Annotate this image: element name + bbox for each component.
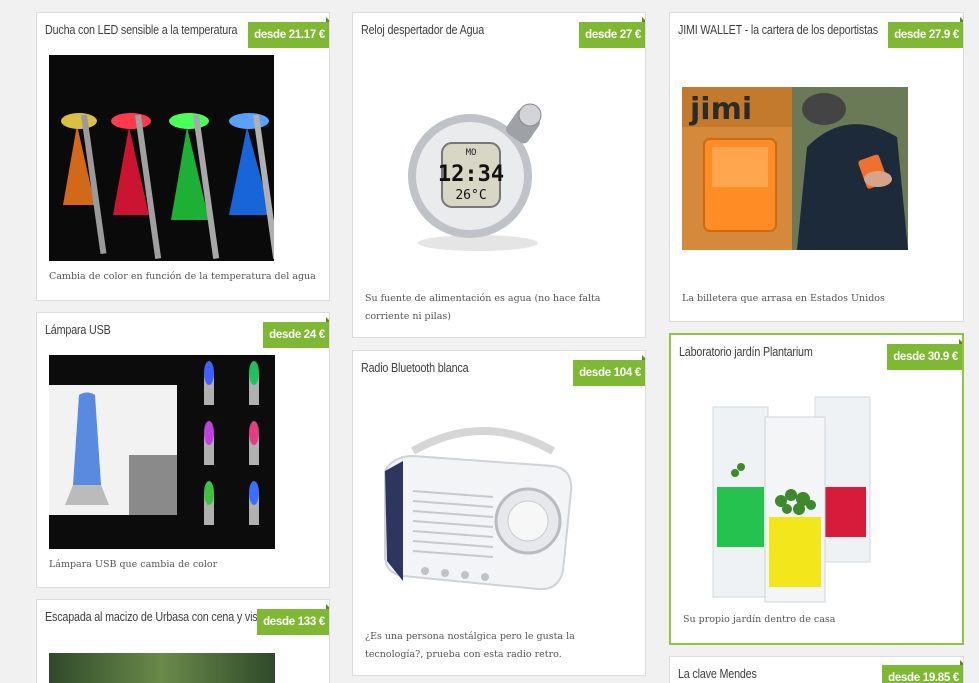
clock-day: MO	[466, 148, 477, 158]
product-image-bluetooth-radio[interactable]	[373, 411, 583, 601]
price-badge[interactable]: desde 19.85 €	[882, 660, 963, 683]
product-description: Su fuente de alimentación es agua (no ha…	[365, 293, 601, 322]
price-badge[interactable]: desde 27.9 €	[888, 17, 963, 48]
product-card[interactable]: Ducha con LED sensible a la temperatura …	[36, 12, 330, 301]
product-card[interactable]: Lámpara USB desde 24 € Lámpara USB que c…	[36, 312, 330, 588]
product-card[interactable]: La clave Mendes desde 19.85 €	[669, 656, 964, 683]
price-badge[interactable]: desde 104 €	[573, 355, 645, 386]
product-description: Su propio jardín dentro de casa	[683, 614, 836, 625]
product-description: ¿Es una persona nostálgica pero le gusta…	[365, 631, 575, 660]
product-card[interactable]: Radio Bluetooth blanca desde 104 € ¿Es u…	[352, 350, 646, 676]
product-card[interactable]: Escapada al macizo de Urbasa con cena y …	[36, 599, 330, 683]
jimi-logo: jimi	[689, 92, 752, 127]
product-card[interactable]: Reloj despertador de Agua desde 27 € MO …	[352, 12, 646, 338]
product-image-led-shower[interactable]	[49, 55, 274, 261]
product-image-water-clock[interactable]: MO 12:34 26°C	[398, 91, 558, 261]
product-description: Lámpara USB que cambia de color	[49, 559, 218, 570]
price-badge[interactable]: desde 27 €	[579, 17, 645, 48]
product-image-plantarium[interactable]	[695, 377, 895, 607]
clock-temp: 26°C	[455, 188, 486, 203]
product-image-urbasa[interactable]	[49, 653, 275, 683]
product-description: Cambia de color en función de la tempera…	[49, 271, 316, 282]
price-badge[interactable]: desde 21.17 €	[248, 17, 329, 48]
product-image-usb-lamp[interactable]	[49, 355, 275, 549]
product-card[interactable]: JIMI WALLET - la cartera de los deportis…	[669, 12, 964, 322]
product-description: La billetera que arrasa en Estados Unido…	[682, 293, 885, 304]
price-badge[interactable]: desde 133 €	[257, 604, 329, 635]
price-badge[interactable]: desde 30.9 €	[887, 339, 962, 370]
clock-time: 12:34	[438, 162, 504, 187]
product-card[interactable]: Laboratorio jardín Plantarium desde 30.9…	[669, 333, 964, 645]
price-badge[interactable]: desde 24 €	[263, 317, 329, 348]
product-image-jimi-wallet[interactable]: jimi	[682, 87, 908, 250]
